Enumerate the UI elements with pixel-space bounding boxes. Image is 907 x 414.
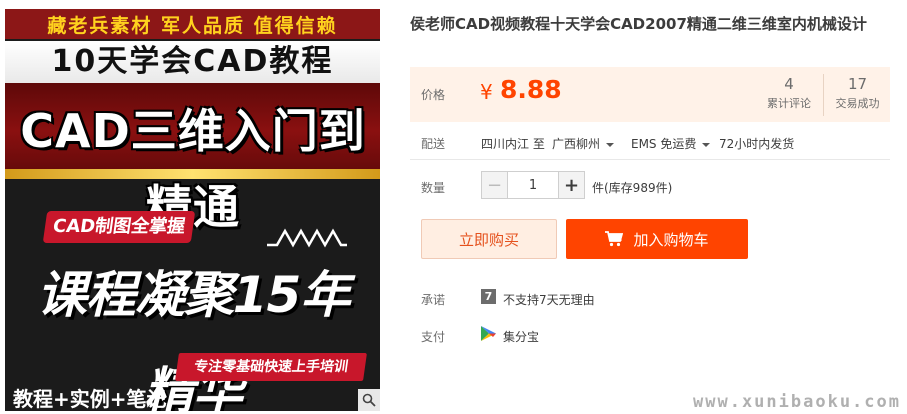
stock-text: 件(库存989件) [592,181,673,195]
price-value: 8.88 [500,75,562,104]
reviews-count: 4 [784,75,794,93]
price-label: 价格 [421,88,446,102]
image-bottom-text: 教程+实例+笔记 [13,387,167,411]
quantity-decrease-button[interactable]: − [481,171,508,199]
trades-count: 17 [847,75,868,93]
payment-label: 支付 [421,330,446,344]
jifenbao-icon [481,326,496,341]
cart-icon [605,231,624,247]
shipping-destination-select[interactable]: 广西柳州 [552,135,615,152]
search-icon[interactable] [358,389,380,411]
price-panel: 价格 ¥ 8.88 4 累计评论 17 交易成功 [410,67,890,122]
shipping-method: EMS 免运费 [631,137,697,151]
shipping-destination: 广西柳州 [552,137,601,151]
chevron-down-icon [702,142,711,147]
image-big-text: 课程凝聚15年精华 [36,266,351,411]
quantity-label: 数量 [421,181,446,195]
quantity-stepper[interactable]: − + [481,171,585,199]
watermark: www.xunibaoku.com [693,392,901,412]
trades-stat[interactable]: 17 交易成功 [823,74,891,116]
image-title: 10天学会CAD教程 [5,41,380,83]
image-badge: CAD制图全掌握 [42,211,196,243]
product-main-image[interactable]: 藏老兵素材 军人品质 值得信赖 10天学会CAD教程 CAD三维入门到精通 CA… [5,9,380,411]
image-gold-bar [5,169,380,179]
reviews-label: 累计评论 [767,97,811,110]
chevron-down-icon [606,142,615,147]
promise-text: 不支持7天无理由 [503,293,595,307]
shipping-method-select[interactable]: EMS 免运费 [631,135,711,152]
shipping-dispatch: 72小时内发货 [719,137,795,151]
shipping-from: 四川内江 至 [481,137,545,151]
image-tagline: 专注零基础快速上手培训 [175,353,367,381]
reviews-stat[interactable]: 4 累计评论 [755,74,823,116]
payment-method: 集分宝 [503,330,540,344]
divider [410,159,890,160]
buy-now-label: 立即购买 [458,230,519,249]
image-headline: CAD三维入门到精通 [20,104,366,234]
promise-label: 承诺 [421,293,446,307]
add-to-cart-label: 加入购物车 [633,230,709,249]
seven-day-icon: 7 [481,289,496,304]
add-to-cart-button[interactable]: 加入购物车 [566,219,748,259]
quantity-increase-button[interactable]: + [558,171,585,199]
price-currency: ¥ [480,80,493,104]
trades-label: 交易成功 [835,97,880,110]
buy-now-button[interactable]: 立即购买 [421,219,557,259]
quantity-input[interactable] [508,171,558,199]
image-banner-top: 藏老兵素材 军人品质 值得信赖 [5,9,380,39]
shipping-label: 配送 [421,137,446,151]
product-title: 侯老师CAD视频教程十天学会CAD2007精通二维三维室内机械设计 [410,15,867,33]
